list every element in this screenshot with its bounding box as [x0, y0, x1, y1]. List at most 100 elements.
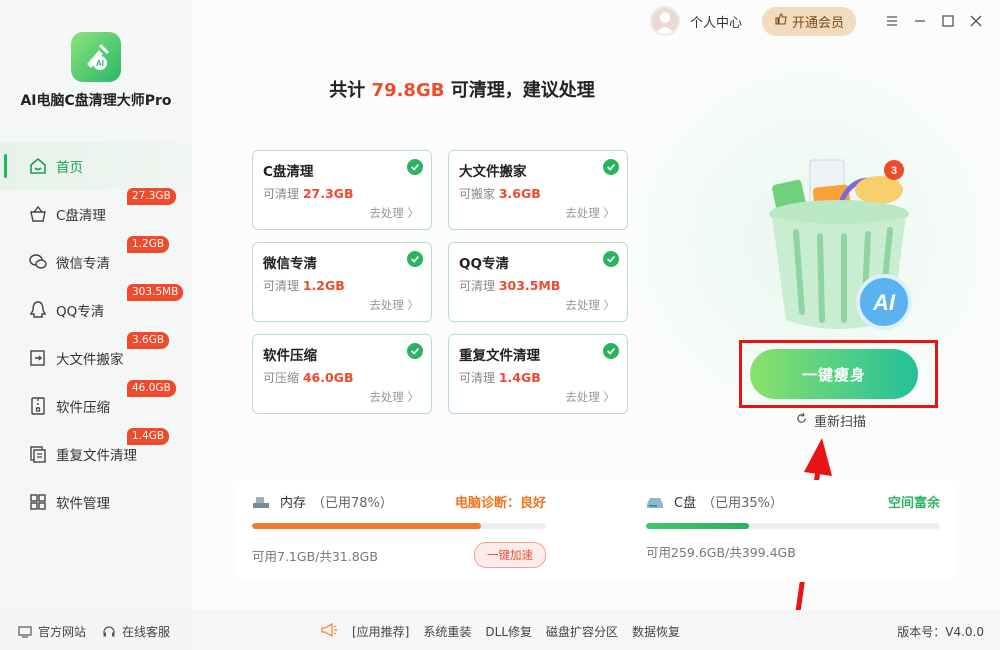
- sidebar-item-home[interactable]: 首页: [0, 142, 192, 190]
- sidebar-item-label: 大文件搬家: [56, 352, 124, 368]
- avatar[interactable]: [649, 6, 680, 36]
- minimize-icon[interactable]: [908, 9, 932, 33]
- card-compress[interactable]: 软件压缩 可压缩 46.0GB 去处理 〉: [252, 334, 432, 414]
- footer-link-dll[interactable]: DLL修复: [485, 623, 532, 640]
- sidebar-item-software[interactable]: 软件管理: [0, 478, 192, 526]
- online-service-link[interactable]: 在线客服: [102, 623, 170, 640]
- disk-title: C盘: [674, 496, 697, 511]
- check-icon: [407, 251, 423, 267]
- card-value: 27.3GB: [302, 186, 354, 201]
- title-amount: 79.8GB: [371, 80, 445, 101]
- wechat-icon: [28, 252, 48, 272]
- card-action[interactable]: 去处理 〉: [565, 297, 615, 313]
- card-action[interactable]: 去处理 〉: [369, 297, 419, 313]
- sidebar-item-qq[interactable]: QQ专清 303.5MB: [0, 284, 192, 334]
- card-value: 303.5MB: [498, 278, 561, 293]
- card-action[interactable]: 去处理 〉: [369, 205, 419, 221]
- page-title: 共计 79.8GB 可清理，建议处理: [192, 76, 732, 102]
- card-duplicate[interactable]: 重复文件清理 可清理 1.4GB 去处理 〉: [448, 334, 628, 414]
- logo-ai-text: AI: [96, 59, 104, 68]
- sidebar-item-label: C盘清理: [56, 208, 106, 224]
- broom-icon: AI: [87, 44, 109, 70]
- memory-title: 内存: [280, 496, 307, 511]
- maximize-icon[interactable]: [936, 9, 960, 33]
- sidebar-nav: 首页 C盘清理 27.3GB 微信专清 1.2GB QQ专清 303.5MB 大…: [0, 142, 192, 526]
- sidebar-item-label: 软件管理: [56, 496, 110, 512]
- card-sub: 可搬家 3.6GB: [459, 185, 617, 202]
- footer-link-partition[interactable]: 磁盘扩容分区: [546, 623, 618, 640]
- disk-space-status: 空间富余: [887, 496, 940, 511]
- vip-button[interactable]: 开通会员: [761, 6, 856, 36]
- vip-label: 开通会员: [791, 15, 844, 31]
- card-sub-label: 可清理: [459, 279, 496, 293]
- boost-button[interactable]: 一键加速: [474, 542, 546, 568]
- system-stats-panel: 内存 （已用78%） 电脑诊断：良好 可用7.1GB/共31.8GB 一键加速 …: [238, 480, 954, 582]
- card-value: 1.2GB: [302, 278, 345, 293]
- user-icon: [655, 12, 675, 34]
- official-site-label: 官方网站: [38, 624, 87, 639]
- card-c-clean[interactable]: C盘清理 可清理 27.3GB 去处理 〉: [252, 150, 432, 230]
- notification-badge: 3: [891, 165, 897, 177]
- card-sub: 可清理 1.2GB: [263, 277, 421, 294]
- sidebar-item-duplicate[interactable]: 重复文件清理 1.4GB: [0, 428, 192, 478]
- footer-link-recovery[interactable]: 数据恢复: [632, 623, 680, 640]
- qq-icon: [28, 300, 48, 320]
- card-sub-label: 可压缩: [263, 371, 300, 385]
- memory-usage-fill: [252, 523, 482, 529]
- version-label: 版本号：V4.0.0: [897, 625, 984, 639]
- sidebar-footer: 官方网站 在线客服: [0, 612, 192, 650]
- rescan-label: 重新扫描: [814, 415, 867, 430]
- card-sub: 可压缩 46.0GB: [263, 369, 421, 386]
- memory-stat: 内存 （已用78%） 电脑诊断：良好 可用7.1GB/共31.8GB 一键加速: [252, 492, 546, 568]
- headset-icon: [102, 625, 116, 639]
- user-center-link[interactable]: 个人中心: [690, 12, 742, 31]
- check-icon: [603, 159, 619, 175]
- card-qq[interactable]: QQ专清 可清理 303.5MB 去处理 〉: [448, 242, 628, 322]
- refresh-icon: [795, 412, 808, 429]
- card-action[interactable]: 去处理 〉: [369, 389, 419, 405]
- sidebar-item-label: QQ专清: [56, 304, 105, 320]
- disk-stat: C盘 （已用35%） 空间富余 可用259.6GB/共399.4GB: [646, 492, 940, 561]
- sidebar-item-c-clean[interactable]: C盘清理 27.3GB: [0, 188, 192, 238]
- card-sub: 可清理 1.4GB: [459, 369, 617, 386]
- trash-can-illustration: 3 AI: [769, 159, 912, 330]
- disk-used: （已用35%）: [702, 496, 783, 511]
- pc-diagnosis-status: 电脑诊断：良好: [454, 496, 546, 511]
- file-move-icon: [28, 348, 48, 368]
- zip-icon: [28, 396, 48, 416]
- title-prefix: 共计: [329, 80, 372, 101]
- rescan-button[interactable]: 重新扫描: [795, 411, 866, 430]
- disk-detail: 可用259.6GB/共399.4GB: [646, 545, 796, 560]
- card-action[interactable]: 去处理 〉: [565, 205, 615, 221]
- card-wechat[interactable]: 微信专清 可清理 1.2GB 去处理 〉: [252, 242, 432, 322]
- one-click-slim-button[interactable]: 一键瘦身: [750, 349, 918, 399]
- megaphone-icon: [320, 622, 338, 641]
- app-logo: AI: [71, 32, 121, 82]
- memory-used: （已用78%）: [312, 496, 393, 511]
- thumbs-up-icon: [774, 12, 788, 30]
- menu-icon[interactable]: [880, 9, 904, 33]
- check-icon: [407, 159, 423, 175]
- card-value: 3.6GB: [498, 186, 541, 201]
- official-site-link[interactable]: 官方网站: [18, 623, 86, 640]
- card-title: 软件压缩: [263, 348, 317, 364]
- check-icon: [603, 343, 619, 359]
- title-suffix: 可清理，建议处理: [444, 80, 595, 101]
- card-sub-label: 可清理: [263, 279, 300, 293]
- sidebar-item-wechat[interactable]: 微信专清 1.2GB: [0, 236, 192, 286]
- memory-icon: [252, 494, 270, 510]
- card-big-file[interactable]: 大文件搬家 可搬家 3.6GB 去处理 〉: [448, 150, 628, 230]
- card-title: 微信专清: [263, 256, 317, 272]
- check-icon: [407, 343, 423, 359]
- card-action[interactable]: 去处理 〉: [565, 389, 615, 405]
- card-value: 1.4GB: [498, 370, 541, 385]
- close-icon[interactable]: [964, 9, 988, 33]
- disk-icon: [646, 494, 664, 510]
- main-panel: 个人中心 开通会员 共计 79.8GB 可清理，建议处理 C盘清理 可清理 27…: [192, 0, 1000, 629]
- footer-link-recommend[interactable]: [应用推荐]: [352, 623, 409, 640]
- sidebar-item-big-file[interactable]: 大文件搬家 3.6GB: [0, 332, 192, 382]
- card-sub-label: 可搬家: [459, 187, 496, 201]
- footer-link-reinstall[interactable]: 系统重装: [423, 623, 471, 640]
- sidebar-item-compress[interactable]: 软件压缩 46.0GB: [0, 380, 192, 430]
- size-badge: 303.5MB: [127, 284, 184, 301]
